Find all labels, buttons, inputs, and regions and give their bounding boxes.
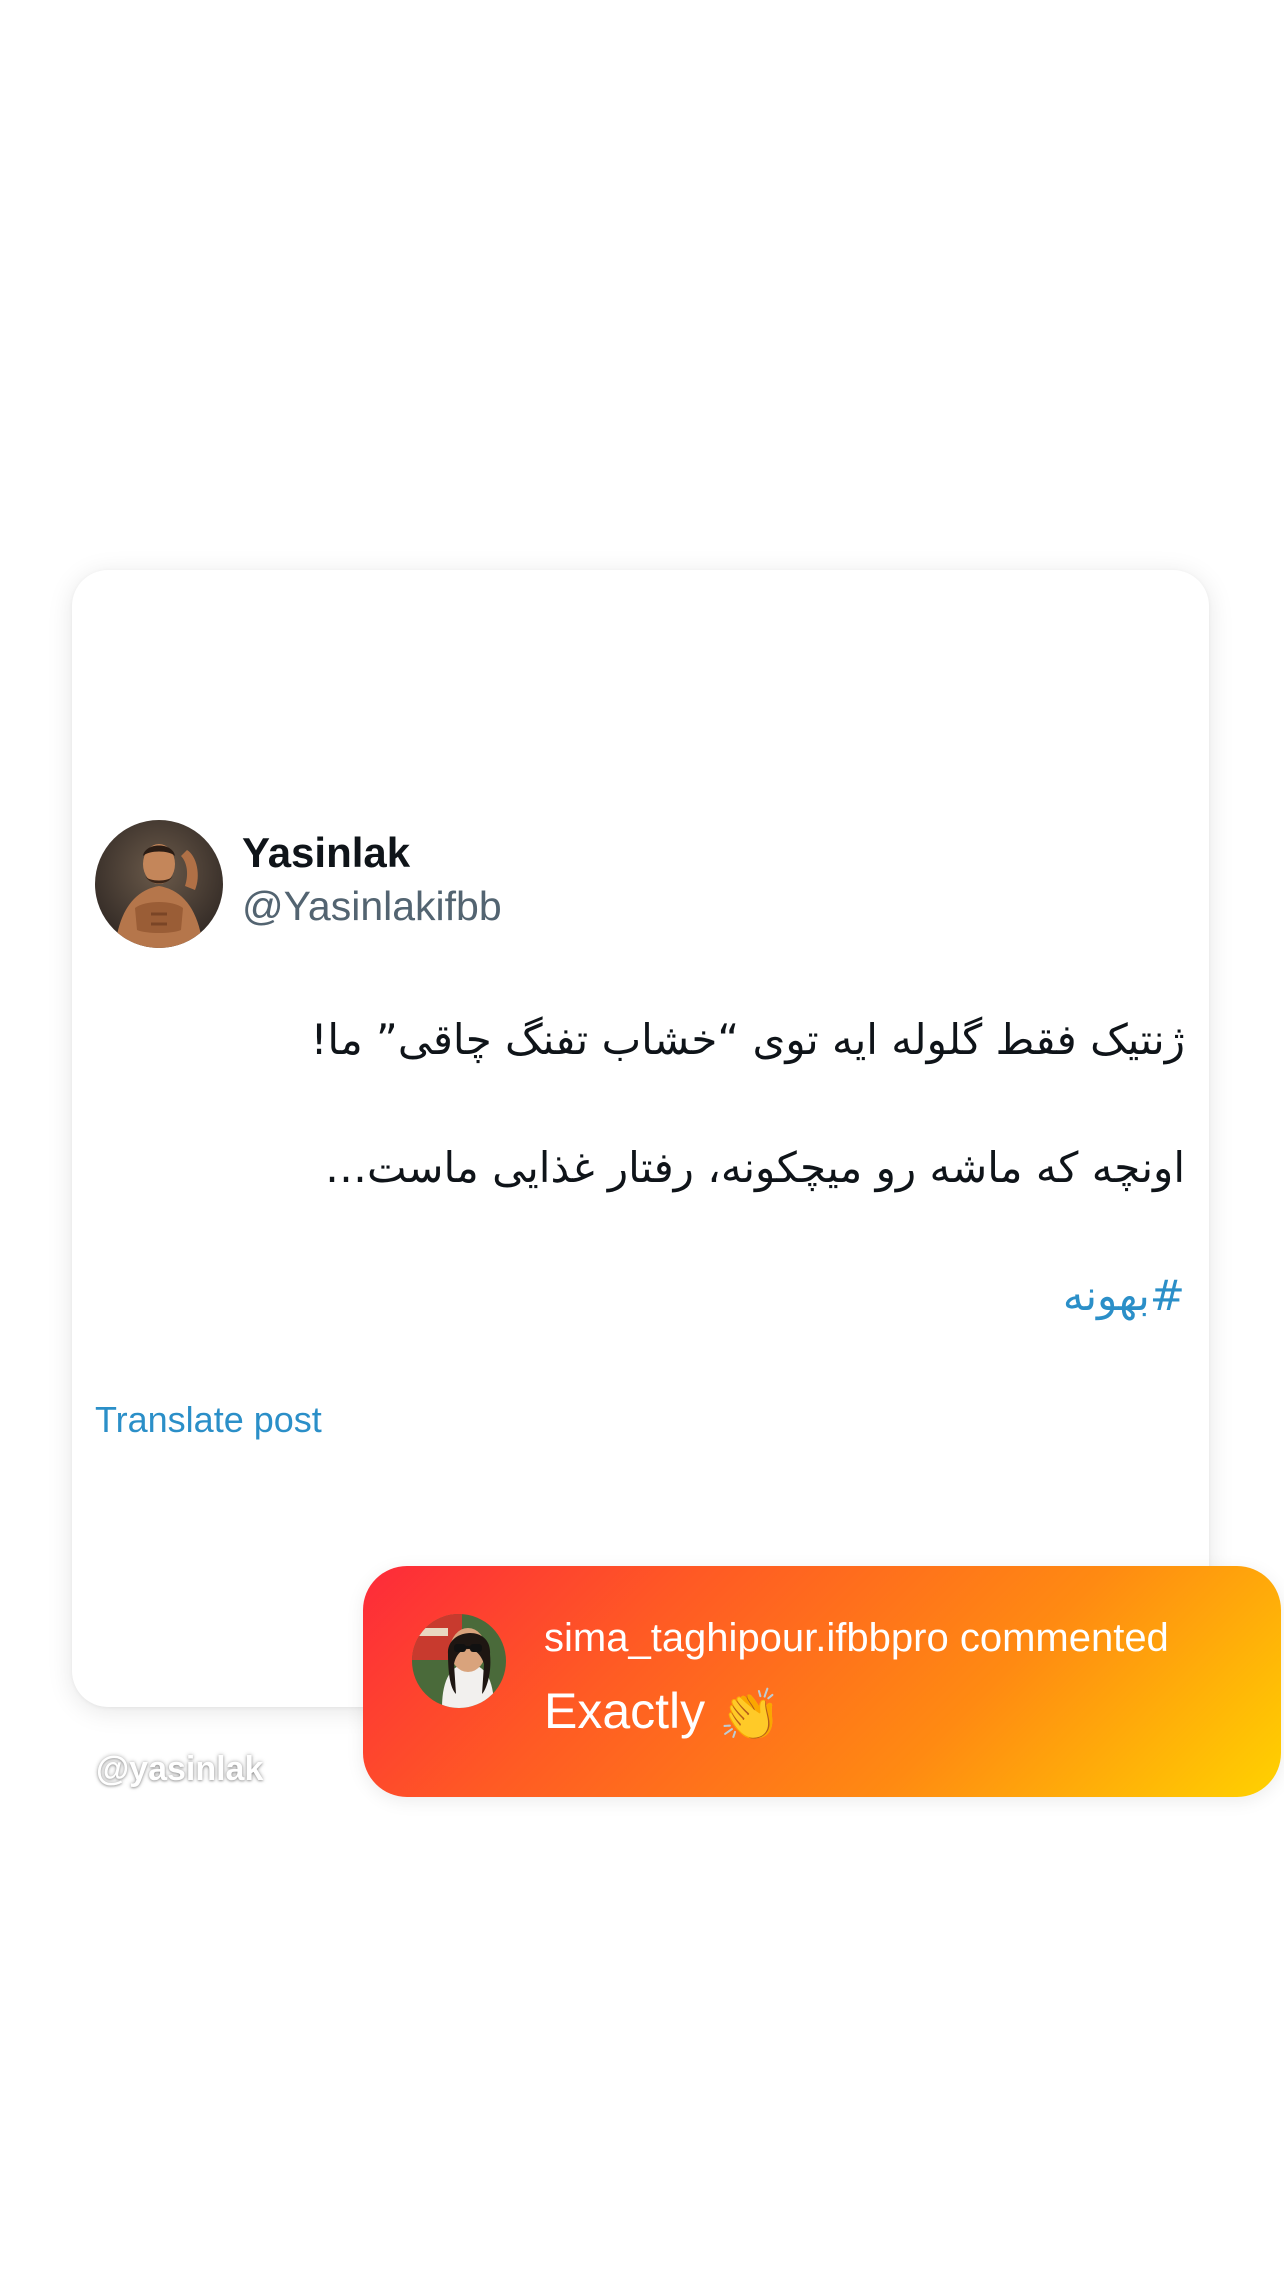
watermark: @yasinlak	[96, 1750, 264, 1788]
comment-notification[interactable]: sima_taghipour.ifbbpro commented Exactly…	[363, 1566, 1281, 1797]
profile-photo-icon	[95, 820, 223, 948]
author-display-name[interactable]: Yasinlak	[242, 832, 410, 874]
notification-comment: Exactly 👏	[544, 1684, 781, 1743]
clapping-hands-icon: 👏	[719, 1686, 782, 1744]
notification-title: sima_taghipour.ifbbpro commented	[544, 1616, 1169, 1660]
post-text-line: ژنتیک فقط گلوله ایه توی “خشاب تفنگ چاقی”…	[310, 1015, 1185, 1064]
comment-text: Exactly	[544, 1683, 706, 1739]
post-card[interactable]: Yasinlak @Yasinlakifbb ژنتیک فقط گلوله ا…	[72, 570, 1209, 1707]
post-text-line: اونچه که ماشه رو میچکونه، رفتار غذایی ما…	[325, 1143, 1185, 1192]
story-canvas: Yasinlak @Yasinlakifbb ژنتیک فقط گلوله ا…	[0, 0, 1284, 2282]
commenter-avatar[interactable]	[412, 1614, 506, 1708]
commenter-photo-icon	[412, 1614, 506, 1708]
hashtag-link[interactable]: #بهونه	[1063, 1266, 1185, 1326]
author-avatar[interactable]	[95, 820, 223, 948]
translate-post-link[interactable]: Translate post	[95, 1402, 322, 1438]
author-handle[interactable]: @Yasinlakifbb	[242, 886, 502, 927]
